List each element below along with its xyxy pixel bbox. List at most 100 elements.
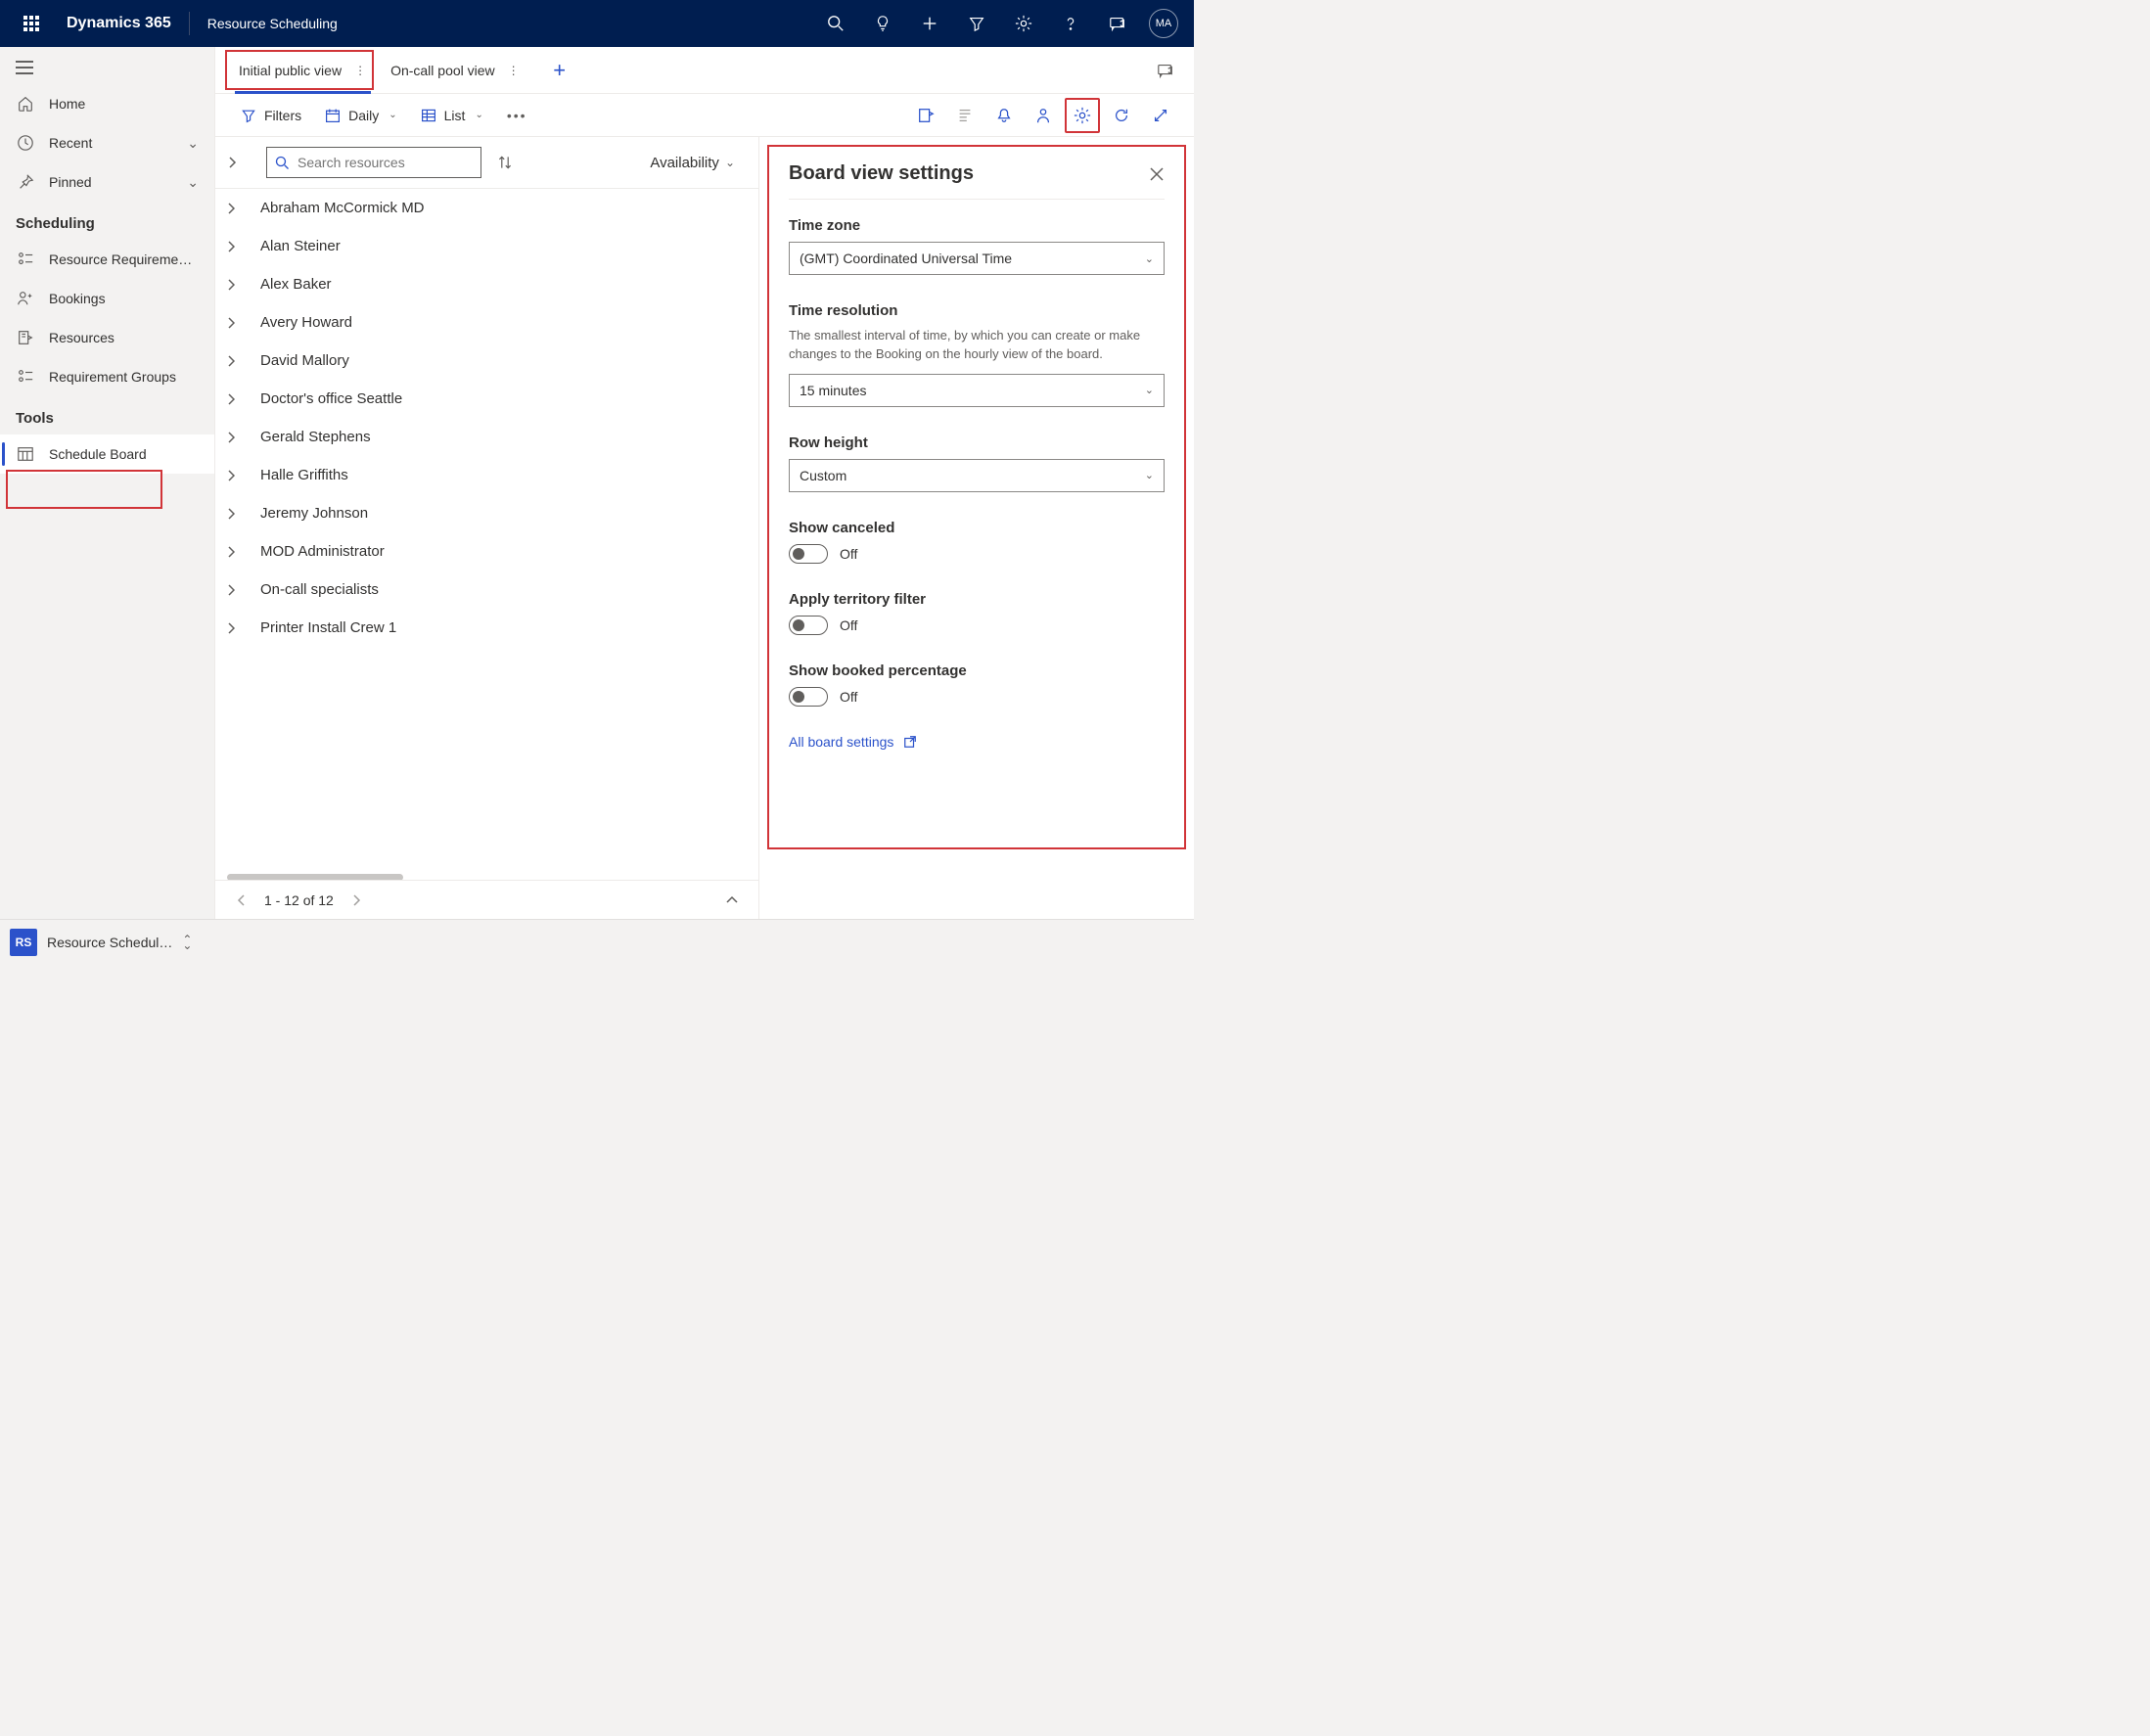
app-badge[interactable]: RS — [10, 929, 37, 956]
search-resources-input[interactable] — [266, 147, 481, 178]
chat-panel-icon[interactable] — [1157, 62, 1174, 79]
calendar-icon — [325, 108, 341, 123]
tab-initial-public-view[interactable]: Initial public view ⋮ — [227, 47, 379, 94]
lightbulb-icon[interactable] — [859, 0, 906, 47]
rowheight-select[interactable]: Custom ⌄ — [789, 459, 1165, 492]
next-page-button[interactable] — [345, 890, 367, 911]
resource-row[interactable]: Alex Baker — [215, 265, 758, 303]
resource-row[interactable]: On-call specialists — [215, 571, 758, 609]
details-panel-icon[interactable] — [947, 98, 983, 133]
sidebar-item-resource-requirements[interactable]: Resource Requireme… — [0, 240, 214, 279]
availability-dropdown[interactable]: Availability ⌄ — [650, 155, 747, 171]
resource-name: On-call specialists — [260, 581, 379, 598]
chevron-down-icon: ⌄ — [1145, 384, 1154, 396]
resource-row[interactable]: Printer Install Crew 1 — [215, 609, 758, 647]
resource-row[interactable]: Jeremy Johnson — [215, 494, 758, 532]
chevron-right-icon — [227, 546, 247, 558]
daily-dropdown[interactable]: Daily ⌄ — [315, 102, 407, 129]
sidebar-label: Resource Requireme… — [49, 251, 192, 267]
more-toolbar-button[interactable]: ••• — [497, 102, 537, 129]
sidebar-item-bookings[interactable]: Bookings — [0, 279, 214, 318]
all-board-settings-link[interactable]: All board settings — [789, 734, 1165, 750]
apply-territory-label: Apply territory filter — [789, 591, 1165, 608]
content-area: Initial public view ⋮ On-call pool view … — [215, 47, 1194, 919]
resource-name: Halle Griffiths — [260, 467, 348, 483]
all-settings-label: All board settings — [789, 734, 893, 750]
sidebar-toggle[interactable] — [0, 51, 214, 84]
user-avatar[interactable]: MA — [1149, 9, 1178, 38]
sidebar-pinned[interactable]: Pinned ⌄ — [0, 162, 214, 202]
tab-more-icon[interactable]: ⋮ — [507, 64, 521, 77]
help-icon[interactable] — [1047, 0, 1094, 47]
left-sidebar: Home Recent ⌄ Pinned ⌄ Scheduling Resour… — [0, 47, 215, 919]
show-booked-label: Show booked percentage — [789, 662, 1165, 679]
resource-row[interactable]: MOD Administrator — [215, 532, 758, 571]
highlight-box — [6, 470, 162, 509]
area-switcher-chevrons[interactable]: ⌃⌄ — [182, 937, 192, 948]
funnel-icon[interactable] — [953, 0, 1000, 47]
app-launcher-button[interactable] — [8, 0, 55, 47]
resource-name: Gerald Stephens — [260, 429, 371, 445]
sidebar-recent[interactable]: Recent ⌄ — [0, 123, 214, 162]
sidebar-item-schedule-board[interactable]: Schedule Board — [0, 434, 214, 474]
show-booked-toggle[interactable] — [789, 687, 828, 707]
resource-row[interactable]: David Mallory — [215, 342, 758, 380]
board-tabs: Initial public view ⋮ On-call pool view … — [215, 47, 1194, 94]
product-brand: Dynamics 365 — [55, 15, 183, 32]
chevron-down-icon: ⌄ — [187, 135, 199, 152]
add-tab-button[interactable]: + — [540, 51, 579, 90]
add-icon[interactable] — [906, 0, 953, 47]
resource-row[interactable]: Abraham McCormick MD — [215, 189, 758, 227]
pin-icon — [16, 172, 35, 192]
sidebar-home-label: Home — [49, 96, 85, 112]
sidebar-home[interactable]: Home — [0, 84, 214, 123]
chevron-down-icon: ⌄ — [725, 156, 735, 169]
notifications-icon[interactable] — [986, 98, 1022, 133]
list-label: List — [444, 108, 466, 123]
table-icon — [421, 108, 436, 123]
resource-row[interactable]: Doctor's office Seattle — [215, 380, 758, 418]
list-dropdown[interactable]: List ⌄ — [411, 102, 493, 129]
prev-page-button[interactable] — [231, 890, 252, 911]
board-settings-gear-icon[interactable] — [1065, 98, 1100, 133]
app-name: Resource Scheduling — [196, 16, 349, 31]
horizontal-scrollbar[interactable] — [215, 868, 758, 880]
availability-label: Availability — [650, 155, 719, 171]
collapse-up-button[interactable] — [721, 891, 743, 909]
expand-icon[interactable] — [1143, 98, 1178, 133]
chevron-right-icon — [227, 355, 247, 367]
show-canceled-toggle[interactable] — [789, 544, 828, 564]
resource-row[interactable]: Avery Howard — [215, 303, 758, 342]
resource-name: Printer Install Crew 1 — [260, 619, 396, 636]
book-icon[interactable] — [908, 98, 943, 133]
filters-button[interactable]: Filters — [231, 102, 311, 129]
people-list-icon — [16, 250, 35, 269]
chevron-right-icon — [227, 279, 247, 291]
tab-on-call-pool-view[interactable]: On-call pool view ⋮ — [379, 47, 532, 94]
resource-row[interactable]: Gerald Stephens — [215, 418, 758, 456]
search-input-field[interactable] — [297, 155, 473, 170]
timeres-select[interactable]: 15 minutes ⌄ — [789, 374, 1165, 407]
sidebar-section-scheduling: Scheduling — [0, 202, 214, 240]
tab-more-icon[interactable]: ⋮ — [353, 64, 367, 77]
chevron-right-icon — [227, 508, 247, 520]
sidebar-item-requirement-groups[interactable]: Requirement Groups — [0, 357, 214, 396]
apply-territory-toggle[interactable] — [789, 616, 828, 635]
chevron-down-icon: ⌄ — [1145, 469, 1154, 481]
chevron-right-icon — [227, 203, 247, 214]
sidebar-label: Resources — [49, 330, 114, 345]
sidebar-item-resources[interactable]: Resources — [0, 318, 214, 357]
search-icon[interactable] — [812, 0, 859, 47]
gear-icon[interactable] — [1000, 0, 1047, 47]
resource-row[interactable]: Alan Steiner — [215, 227, 758, 265]
collapse-panel-button[interactable] — [227, 156, 254, 169]
timeres-help: The smallest interval of time, by which … — [789, 327, 1165, 364]
chat-support-icon[interactable] — [1094, 0, 1141, 47]
sidebar-recent-label: Recent — [49, 135, 92, 151]
resource-row[interactable]: Halle Griffiths — [215, 456, 758, 494]
refresh-icon[interactable] — [1104, 98, 1139, 133]
close-settings-button[interactable] — [1149, 166, 1165, 182]
sort-button[interactable] — [493, 151, 517, 174]
timezone-select[interactable]: (GMT) Coordinated Universal Time ⌄ — [789, 242, 1165, 275]
person-icon[interactable] — [1026, 98, 1061, 133]
